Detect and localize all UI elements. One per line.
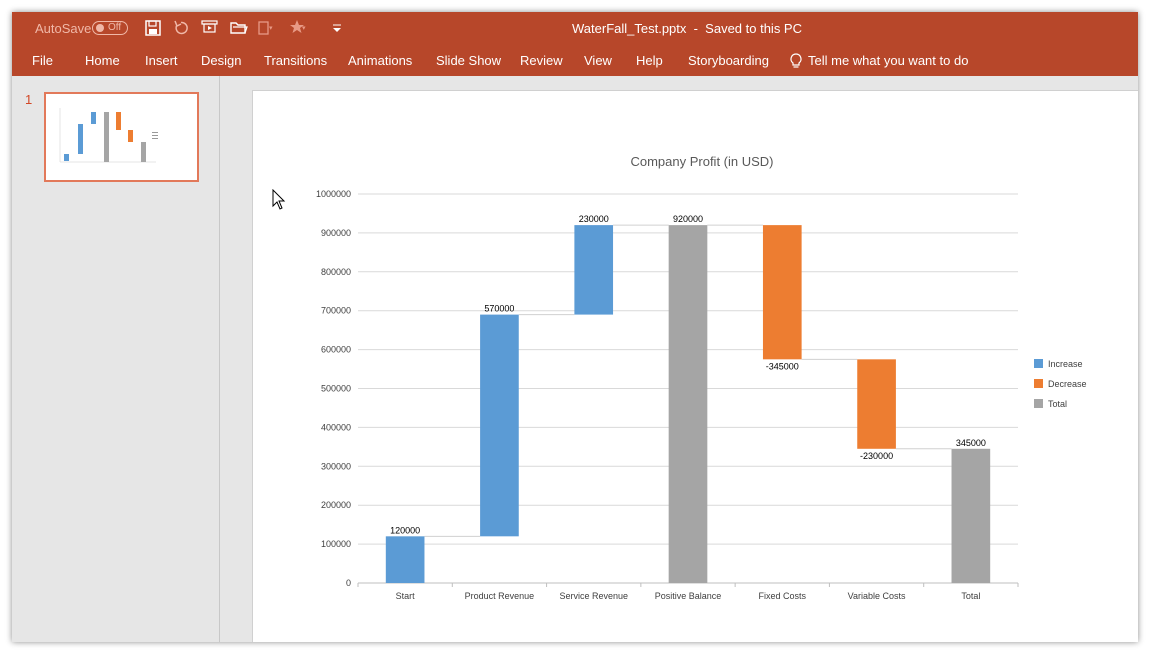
chart-title: Company Profit (in USD) — [630, 154, 773, 169]
tab-design[interactable]: Design — [201, 53, 241, 68]
data-label: 230000 — [579, 214, 609, 224]
legend-entry: Increase — [1048, 359, 1083, 369]
svg-text:▾: ▾ — [269, 24, 273, 32]
legend-swatch — [1034, 359, 1043, 368]
data-label: 920000 — [673, 214, 703, 224]
waterfall-bar[interactable] — [762, 225, 802, 360]
powerpoint-window: AutoSave Off ▾ ▾ WaterFall_Test.pptx - S… — [12, 12, 1138, 642]
star-icon[interactable]: ▾ — [289, 19, 307, 37]
y-tick-label: 1000000 — [316, 189, 351, 199]
autosave-toggle[interactable]: Off — [92, 21, 128, 35]
y-tick-label: 800000 — [321, 267, 351, 277]
legend-swatch — [1034, 379, 1043, 388]
thumbnail-chart-preview — [59, 108, 158, 163]
y-tick-label: 600000 — [321, 345, 351, 355]
x-tick-label: Product Revenue — [465, 591, 535, 601]
x-tick-label: Fixed Costs — [759, 591, 807, 601]
slide-thumbnail[interactable] — [44, 92, 199, 182]
waterfall-bar[interactable] — [951, 448, 991, 583]
svg-text:▾: ▾ — [302, 24, 306, 32]
legend-entry: Total — [1048, 399, 1067, 409]
data-label: -345000 — [766, 361, 799, 371]
waterfall-bar[interactable] — [480, 314, 519, 537]
y-tick-label: 0 — [346, 578, 351, 588]
customize-qat-icon[interactable] — [328, 19, 346, 37]
autosave-label: AutoSave — [35, 21, 92, 36]
x-tick-label: Service Revenue — [559, 591, 628, 601]
y-tick-label: 500000 — [321, 384, 351, 394]
tab-file[interactable]: File — [32, 53, 53, 68]
tab-home[interactable]: Home — [85, 53, 120, 68]
slide-number: 1 — [25, 92, 33, 107]
data-label: 345000 — [956, 438, 986, 448]
legend-entry: Decrease — [1048, 379, 1087, 389]
tab-animations[interactable]: Animations — [348, 53, 412, 68]
y-tick-label: 400000 — [321, 422, 351, 432]
tell-me-search[interactable]: Tell me what you want to do — [808, 53, 968, 68]
data-label: 570000 — [484, 304, 514, 314]
waterfall-bar[interactable] — [668, 225, 708, 583]
slide-thumbnail-pane: 1 — [12, 76, 220, 642]
y-tick-label: 100000 — [321, 539, 351, 549]
touch-mode-icon[interactable]: ▾ — [256, 19, 274, 37]
tab-slide-show[interactable]: Slide Show — [436, 53, 501, 68]
y-tick-label: 700000 — [321, 306, 351, 316]
ribbon-tabs: File Home Insert Design Transitions Anim… — [12, 46, 1138, 76]
undo-icon[interactable] — [172, 19, 190, 37]
tab-help[interactable]: Help — [636, 53, 663, 68]
y-tick-label: 900000 — [321, 228, 351, 238]
open-folder-icon[interactable] — [230, 19, 248, 37]
tab-insert[interactable]: Insert — [145, 53, 178, 68]
x-tick-label: Positive Balance — [655, 591, 722, 601]
mouse-pointer-icon — [272, 189, 286, 210]
toggle-knob — [96, 24, 104, 32]
legend-swatch — [1034, 399, 1043, 408]
save-icon[interactable] — [144, 19, 162, 37]
y-tick-label: 300000 — [321, 461, 351, 471]
title-bar: AutoSave Off ▾ ▾ WaterFall_Test.pptx - S… — [12, 12, 1138, 46]
tab-view[interactable]: View — [584, 53, 612, 68]
waterfall-bar[interactable] — [857, 359, 896, 449]
x-tick-label: Start — [396, 591, 416, 601]
autosave-state: Off — [108, 22, 122, 33]
waterfall-bar[interactable] — [574, 225, 614, 315]
document-title: WaterFall_Test.pptx - Saved to this PC — [572, 21, 802, 36]
x-tick-label: Total — [961, 591, 980, 601]
data-label: 120000 — [390, 525, 420, 535]
y-tick-label: 200000 — [321, 500, 351, 510]
data-label: -230000 — [860, 451, 893, 461]
x-tick-label: Variable Costs — [848, 591, 906, 601]
tab-review[interactable]: Review — [520, 53, 563, 68]
slide-canvas[interactable]: 120000 570000 230000 920000 -345000 -230000 34… — [252, 90, 1138, 642]
tab-transitions[interactable]: Transitions — [264, 53, 327, 68]
from-beginning-icon[interactable] — [201, 19, 219, 37]
waterfall-chart[interactable]: 120000 570000 230000 920000 -345000 -230000 34… — [253, 91, 1138, 642]
waterfall-bar[interactable] — [385, 536, 425, 583]
lightbulb-icon — [790, 53, 802, 68]
tab-storyboarding[interactable]: Storyboarding — [688, 53, 769, 68]
